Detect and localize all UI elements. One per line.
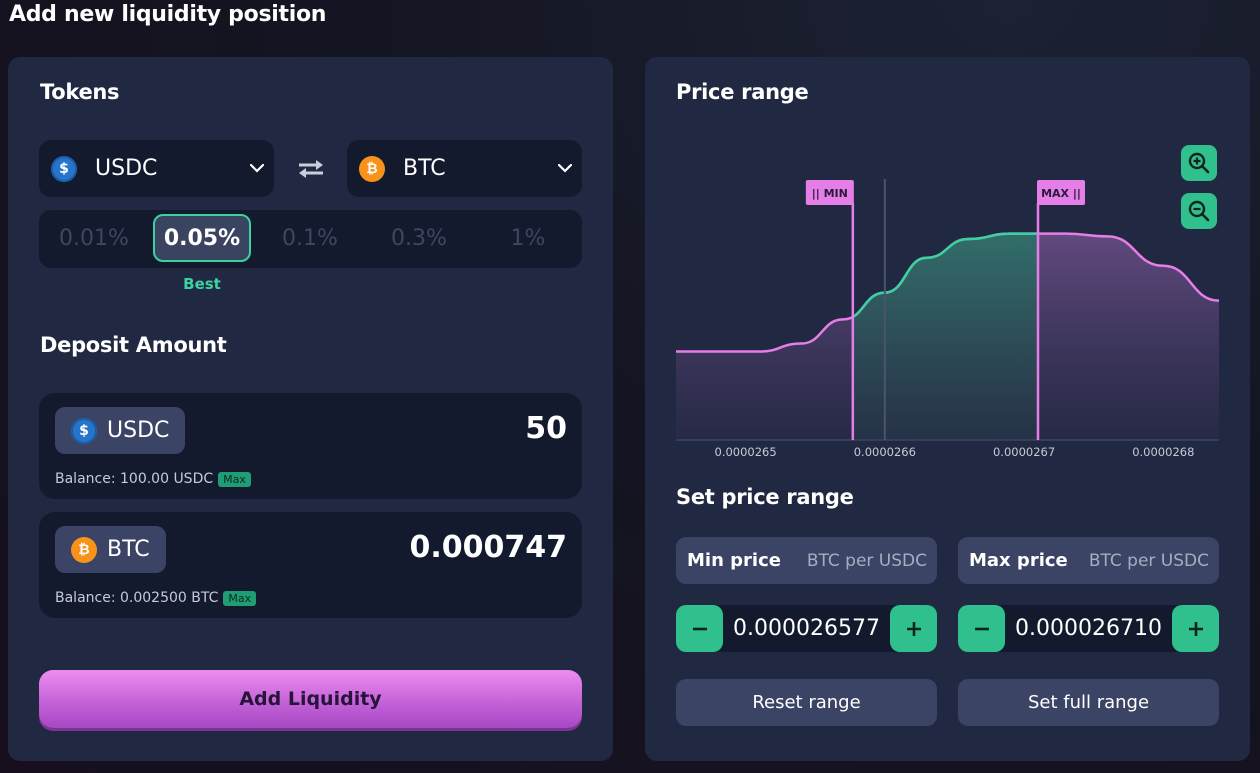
fee-tier-selector: 0.01% 0.05% 0.1% 0.3% 1% <box>39 210 582 268</box>
chevron-down-icon <box>548 164 582 173</box>
min-price-unit: BTC per USDC <box>806 550 927 571</box>
balance-text: Balance: 0.002500 BTC <box>55 590 219 606</box>
max-price-label: Max price <box>969 550 1068 571</box>
max-price-header: Max price BTC per USDC <box>958 537 1219 584</box>
min-marker-label: || MIN <box>812 187 848 200</box>
swap-arrows-icon <box>299 160 323 178</box>
deposit-token-usdc: $ USDC <box>55 407 186 454</box>
max-price-unit: BTC per USDC <box>1088 550 1209 571</box>
usdc-coin-icon: $ <box>51 155 77 182</box>
fee-tier-0.05[interactable]: 0.05% <box>153 214 251 262</box>
max-decrement-button[interactable] <box>958 605 1005 652</box>
token-b-select[interactable]: ₿ BTC <box>347 140 582 197</box>
min-price-input[interactable] <box>723 605 890 652</box>
minus-icon <box>692 627 707 630</box>
x-tick-label: 0.0000267 <box>993 445 1055 459</box>
set-full-range-button[interactable]: Set full range <box>958 679 1219 726</box>
balance-text: Balance: 100.00 USDC <box>55 471 214 487</box>
usdc-max-button[interactable]: Max <box>218 471 251 487</box>
min-price-header: Min price BTC per USDC <box>676 537 937 584</box>
usdc-coin-icon: $ <box>71 417 97 444</box>
best-fee-label: Best <box>183 275 221 293</box>
x-tick-label: 0.0000266 <box>854 445 916 459</box>
deposit-card-btc: ₿ BTC Balance: 0.002500 BTC Max <box>39 512 582 618</box>
plus-icon <box>1188 621 1203 636</box>
btc-max-button[interactable]: Max <box>223 590 257 606</box>
deposit-token-btc: ₿ BTC <box>55 526 166 573</box>
min-decrement-button[interactable] <box>676 605 723 652</box>
deposit-token-label: USDC <box>107 418 170 443</box>
btc-balance: Balance: 0.002500 BTC Max <box>55 590 257 606</box>
usdc-balance: Balance: 100.00 USDC Max <box>55 471 251 487</box>
add-liquidity-button[interactable]: Add Liquidity <box>39 670 582 728</box>
deposit-title: Deposit Amount <box>40 333 227 357</box>
usdc-amount-input[interactable] <box>267 411 567 446</box>
token-a-select[interactable]: $ USDC <box>39 140 274 197</box>
fee-tier-1[interactable]: 1% <box>479 214 577 262</box>
zoom-in-button[interactable] <box>1181 145 1217 181</box>
x-tick-label: 0.0000268 <box>1132 445 1194 459</box>
liquidity-chart: 0.0000265 0.0000266 0.0000267 0.0000268 || M… <box>676 179 1220 459</box>
page-title: Add new liquidity position <box>9 2 327 27</box>
set-price-range-title: Set price range <box>676 485 854 509</box>
max-price-input[interactable] <box>1005 605 1172 652</box>
swap-tokens-button[interactable] <box>293 156 329 182</box>
plus-icon <box>906 621 921 636</box>
tokens-title: Tokens <box>40 80 120 104</box>
token-b-label: BTC <box>403 156 446 181</box>
fee-tier-0.1[interactable]: 0.1% <box>261 214 359 262</box>
token-a-label: USDC <box>95 156 158 181</box>
deposit-token-label: BTC <box>107 537 150 562</box>
min-price-label: Min price <box>687 550 781 571</box>
fee-tier-0.3[interactable]: 0.3% <box>370 214 468 262</box>
min-increment-button[interactable] <box>890 605 937 652</box>
max-increment-button[interactable] <box>1172 605 1219 652</box>
max-marker-label: MAX || <box>1041 187 1081 200</box>
price-range-panel: Price range 0.0000265 0.0000266 0.0000267 0… <box>645 57 1250 761</box>
x-tick-label: 0.0000265 <box>715 445 777 459</box>
zoom-out-icon <box>1188 200 1210 222</box>
btc-amount-input[interactable] <box>267 530 567 565</box>
zoom-in-icon <box>1188 152 1210 174</box>
chevron-down-icon <box>240 164 274 173</box>
fee-tier-0.01[interactable]: 0.01% <box>45 214 143 262</box>
max-price-stepper <box>958 605 1219 652</box>
minus-icon <box>974 627 989 630</box>
deposit-card-usdc: $ USDC Balance: 100.00 USDC Max <box>39 393 582 499</box>
tokens-deposit-panel: Tokens $ USDC ₿ BTC 0.01% 0.05% 0.1% 0.3… <box>8 57 613 761</box>
reset-range-button[interactable]: Reset range <box>676 679 937 726</box>
min-price-stepper <box>676 605 937 652</box>
zoom-out-button[interactable] <box>1181 193 1217 229</box>
btc-coin-icon: ₿ <box>359 155 385 182</box>
btc-coin-icon: ₿ <box>71 536 97 563</box>
